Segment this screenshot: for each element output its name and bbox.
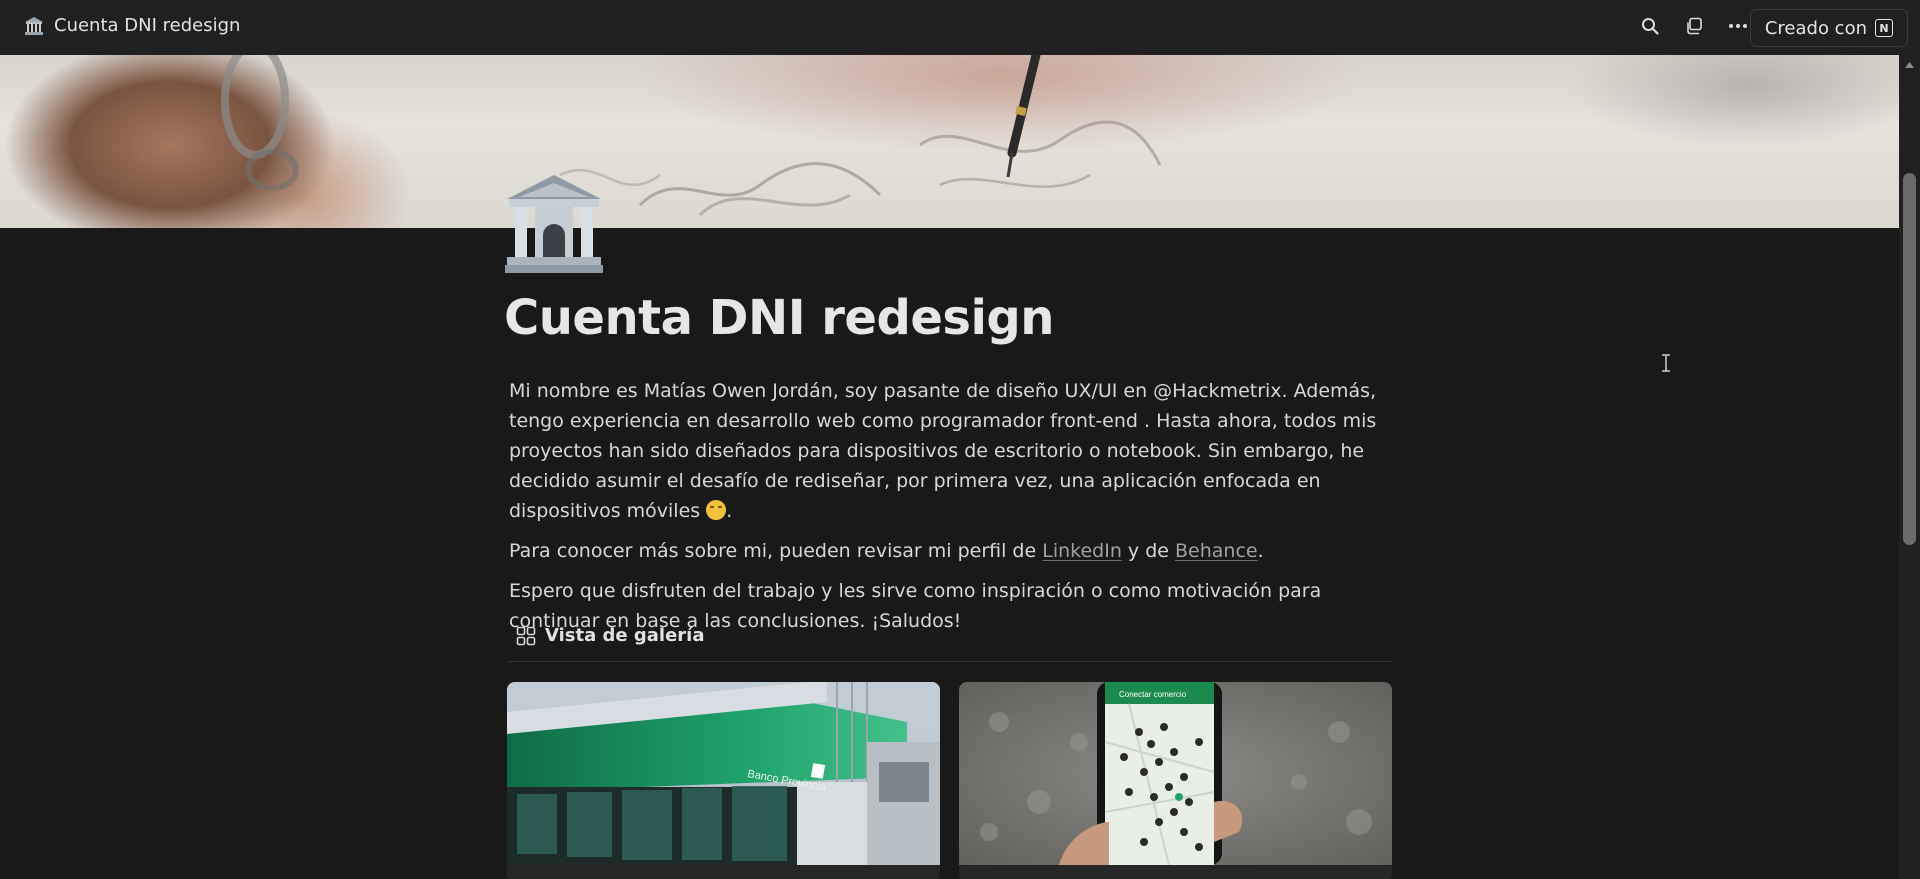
breadcrumb-title: Cuenta DNI redesign — [54, 15, 241, 36]
phone-map-photo: Conectar comercio — [959, 682, 1392, 865]
linkedin-link[interactable]: LinkedIn — [1042, 540, 1122, 562]
yum-emoji-icon — [706, 500, 727, 520]
gallery-grid-icon — [516, 626, 536, 645]
behance-link[interactable]: Behance — [1175, 540, 1258, 562]
intro-text: Mi nombre es Matías Owen Jordán, soy pas… — [509, 380, 1377, 522]
scrollbar[interactable] — [1899, 55, 1920, 879]
cover-image — [0, 55, 1899, 228]
notion-logo-icon: N — [1875, 19, 1893, 37]
gallery-view-label: Vista de galería — [545, 625, 705, 646]
gallery-view-tab[interactable]: Vista de galería — [516, 625, 704, 646]
profile-paragraph: Para conocer más sobre mi, pueden revisa… — [509, 536, 1389, 566]
intro-end: . — [726, 500, 733, 522]
profile-mid: y de — [1127, 540, 1169, 562]
intro-paragraph: Mi nombre es Matías Owen Jordán, soy pas… — [509, 376, 1389, 526]
bank-building-icon — [505, 175, 603, 273]
profile-end: . — [1257, 540, 1264, 562]
made-with-notion-button[interactable]: Creado con N — [1749, 9, 1908, 47]
made-with-label: Creado con — [1764, 17, 1867, 39]
search-icon[interactable] — [1638, 14, 1662, 38]
page-title: Cuenta DNI redesign — [504, 290, 1054, 346]
toolbar-icons — [1638, 14, 1750, 38]
breadcrumb-page[interactable]: Cuenta DNI redesign — [24, 15, 240, 36]
text-cursor-icon — [1662, 354, 1670, 372]
page-body: Mi nombre es Matías Owen Jordán, soy pas… — [509, 376, 1389, 646]
gallery-card[interactable]: Banco Provincia — [507, 682, 940, 879]
profile-text: Para conocer más sobre mi, pueden revisa… — [509, 540, 1037, 562]
bank-branch-photo: Banco Provincia — [507, 682, 940, 865]
top-bar: Cuenta DNI redesign Creado con N — [0, 0, 1920, 55]
phone-screen-header: Conectar comercio — [1119, 690, 1187, 699]
scrollbar-thumb[interactable] — [1903, 173, 1916, 545]
duplicate-icon[interactable] — [1682, 14, 1706, 38]
more-icon[interactable] — [1726, 14, 1750, 38]
bank-building-icon — [25, 16, 43, 35]
gallery-card[interactable]: Conectar comercio — [959, 682, 1392, 879]
gallery-divider — [507, 661, 1392, 662]
scroll-up-icon[interactable] — [1904, 61, 1915, 69]
